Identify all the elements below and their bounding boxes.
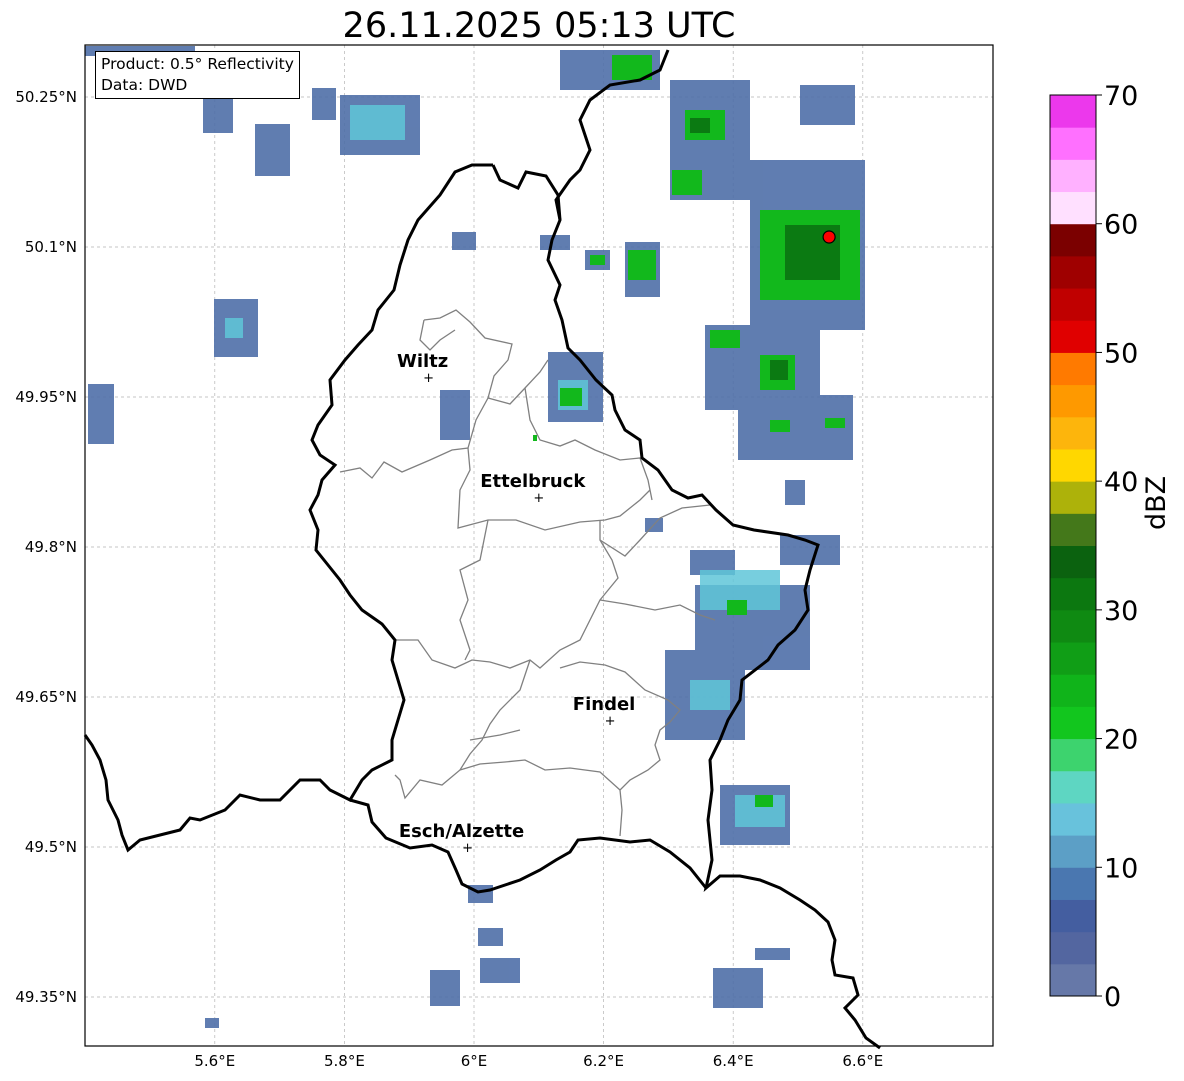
colorbar-segment xyxy=(1050,320,1096,353)
colorbar-label: dBZ xyxy=(1141,475,1172,530)
colorbar-segment xyxy=(1050,674,1096,707)
city-label: Ettelbruck xyxy=(480,471,586,492)
colorbar-segment xyxy=(1050,352,1096,386)
city-label: Findel xyxy=(573,694,636,715)
colorbar-segment xyxy=(1050,127,1096,160)
x-tick-label: 5.6°E xyxy=(194,1052,235,1070)
colorbar-segment xyxy=(1050,384,1096,418)
y-tick-label: 49.8°N xyxy=(25,538,77,556)
colorbar-tick-label: 50 xyxy=(1104,338,1138,369)
x-tick-label: 6.2°E xyxy=(583,1052,624,1070)
colorbar-segment xyxy=(1050,738,1096,772)
info-box: Product: 0.5° Reflectivity Data: DWD xyxy=(95,51,300,99)
colorbar-segment xyxy=(1050,545,1096,579)
y-tick-label: 49.65°N xyxy=(15,688,77,706)
y-tick-label: 50.25°N xyxy=(15,88,77,106)
city-marker-icon: + xyxy=(423,371,434,386)
colorbar-segment xyxy=(1050,416,1096,450)
longitude-tick-labels: 5.6°E 5.8°E 6°E 6.2°E 6.4°E 6.6°E xyxy=(194,1052,883,1070)
product-label: Product: 0.5° Reflectivity xyxy=(101,55,294,73)
colorbar-segment xyxy=(1050,95,1096,128)
colorbar-segment xyxy=(1050,899,1096,933)
colorbar-segment xyxy=(1050,577,1096,611)
colorbar-tick-label: 40 xyxy=(1104,467,1138,498)
colorbar-segment xyxy=(1050,159,1096,193)
colorbar-tick-label: 0 xyxy=(1104,982,1121,1013)
colorbar-segment xyxy=(1050,609,1096,643)
colorbar-tick-label: 30 xyxy=(1104,596,1138,627)
colorbar-tick-label: 20 xyxy=(1104,725,1138,756)
colorbar-segment xyxy=(1050,642,1096,675)
colorbar-segment xyxy=(1050,931,1096,965)
colorbar-segment xyxy=(1050,835,1096,868)
colorbar-segment xyxy=(1050,770,1096,804)
colorbar-segment xyxy=(1050,963,1096,997)
x-tick-label: 6°E xyxy=(461,1052,488,1070)
x-tick-label: 5.8°E xyxy=(324,1052,365,1070)
data-source-label: Data: DWD xyxy=(101,76,188,94)
radar-map: 5.6°E 5.8°E 6°E 6.2°E 6.4°E 6.6°E 50.25°N 50.1… xyxy=(15,44,1138,1070)
radar-echoes xyxy=(85,46,865,1028)
radar-site-marker xyxy=(822,230,836,244)
x-tick-label: 6.4°E xyxy=(713,1052,754,1070)
colorbar-tick-label: 60 xyxy=(1104,210,1138,241)
colorbar-tick-labels: 0 10 20 30 40 50 60 70 xyxy=(1096,81,1138,1013)
y-tick-label: 49.95°N xyxy=(15,388,77,406)
colorbar-segment xyxy=(1050,448,1096,482)
colorbar-segment xyxy=(1050,867,1096,900)
colorbar-segment xyxy=(1050,255,1096,289)
latitude-tick-labels: 50.25°N 50.1°N 49.95°N 49.8°N 49.65°N 49.5°N 4… xyxy=(15,88,77,1006)
colorbar-tick-label: 10 xyxy=(1104,853,1138,884)
x-tick-label: 6.6°E xyxy=(842,1052,883,1070)
city-label: Esch/Alzette xyxy=(399,821,524,842)
city-label: Wiltz xyxy=(397,351,448,372)
colorbar-segment xyxy=(1050,513,1096,546)
canton-borders xyxy=(339,309,716,837)
colorbar-tick-label: 70 xyxy=(1104,81,1138,112)
colorbar-segment xyxy=(1050,802,1096,836)
y-tick-label: 50.1°N xyxy=(25,238,77,256)
y-tick-label: 49.35°N xyxy=(15,988,77,1006)
colorbar-segment xyxy=(1050,706,1096,740)
city-marker-icon: + xyxy=(605,714,616,729)
colorbar-segment xyxy=(1050,223,1096,257)
colorbar xyxy=(1049,94,1097,997)
city-marker-icon: + xyxy=(533,491,544,506)
colorbar-segment xyxy=(1050,288,1096,321)
city-markers: +Wiltz+Ettelbruck+Findel+Esch/Alzette xyxy=(397,351,635,856)
y-tick-label: 49.5°N xyxy=(25,838,77,856)
colorbar-segment xyxy=(1050,191,1096,225)
city-marker-icon: + xyxy=(462,841,473,856)
colorbar-segment xyxy=(1050,481,1096,514)
